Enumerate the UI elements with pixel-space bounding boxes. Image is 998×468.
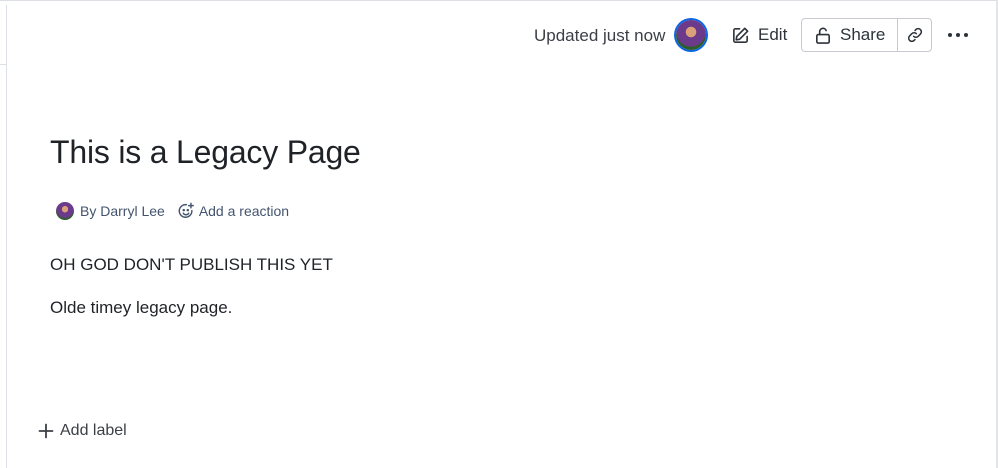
pencil-square-icon [731, 26, 750, 45]
add-reaction-button[interactable]: Add a reaction [177, 202, 289, 220]
author-avatar[interactable] [56, 202, 74, 220]
page-title: This is a Legacy Page [50, 134, 361, 170]
ellipsis-icon [947, 32, 969, 38]
share-button-group: Share [801, 18, 933, 52]
lock-open-icon [814, 26, 832, 45]
share-label: Share [840, 25, 886, 44]
current-user-avatar[interactable] [676, 20, 706, 50]
author-name[interactable]: By Darryl Lee [80, 203, 165, 219]
body-paragraph: Olde timey legacy page. [50, 298, 233, 317]
body-paragraph: OH GOD DON'T PUBLISH THIS YET [50, 255, 333, 274]
sidebar-divider-stub [0, 64, 6, 65]
plus-icon [38, 423, 54, 439]
add-reaction-label: Add a reaction [198, 203, 290, 219]
copy-link-button[interactable] [898, 19, 931, 51]
add-label-text: Add label [60, 422, 127, 439]
page-toolbar: Updated just now Edit Share [0, 18, 998, 54]
smiley-plus-icon [177, 202, 195, 220]
page-frame [0, 0, 998, 468]
updated-status: Updated just now [534, 26, 666, 45]
sidebar-divider [6, 5, 7, 468]
edit-button[interactable]: Edit [727, 18, 791, 52]
add-label-button[interactable]: Add label [38, 422, 127, 440]
more-actions-button[interactable] [944, 18, 972, 52]
link-icon [906, 26, 924, 44]
share-button[interactable]: Share [802, 19, 899, 51]
page-byline: By Darryl Lee Add a reaction [56, 202, 289, 220]
edit-label: Edit [758, 25, 788, 44]
